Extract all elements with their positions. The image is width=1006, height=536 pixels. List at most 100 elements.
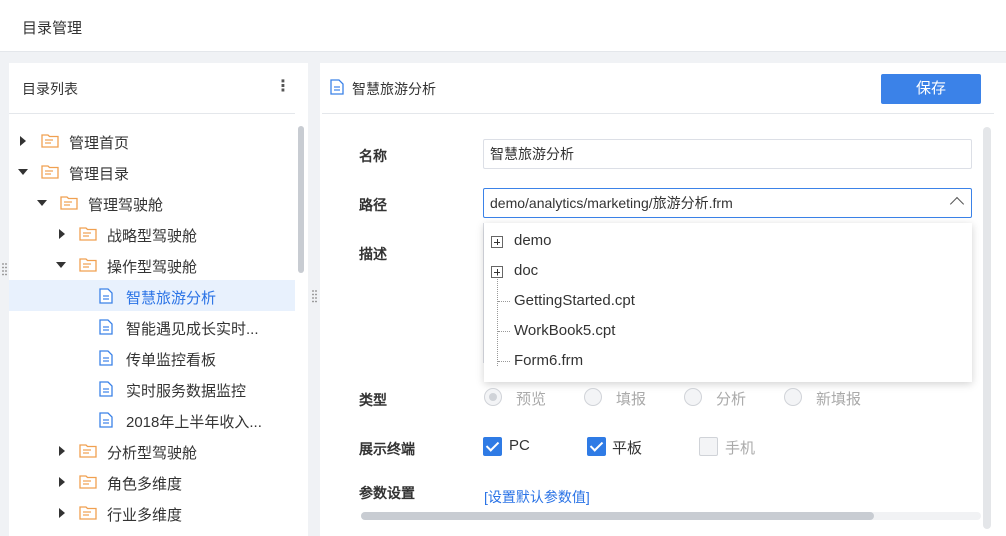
horizontal-scrollbar[interactable] <box>361 512 874 520</box>
tree-item-label: 角色多维度 <box>107 476 183 493</box>
folder-icon <box>79 258 97 272</box>
name-input[interactable]: 智慧旅游分析 <box>483 139 972 169</box>
tree-guide-line <box>498 361 510 362</box>
set-default-params-link[interactable]: [设置默认参数值] <box>484 487 590 507</box>
tree-item-role-dimension[interactable]: 角色多维度 <box>9 466 295 497</box>
tree-item-label: 管理首页 <box>69 135 130 152</box>
path-select[interactable]: demo/analytics/marketing/旅游分析.frm <box>483 188 972 218</box>
folder-icon <box>41 134 59 148</box>
pc-checkbox[interactable] <box>483 437 502 456</box>
type-option-label: 填报 <box>616 391 647 408</box>
save-button[interactable]: 保存 <box>881 74 981 104</box>
tree-item-label: 智能遇见成长实时... <box>126 321 259 338</box>
folder-icon <box>79 444 97 458</box>
param-label: 参数设置 <box>359 485 415 501</box>
tree-item-smart-tourism[interactable]: 智慧旅游分析 <box>9 280 295 311</box>
document-icon <box>99 381 113 397</box>
folder-icon <box>79 506 97 520</box>
tree-item-realtime-service[interactable]: 实时服务数据监控 <box>9 373 295 404</box>
tree-item-industry-dimension[interactable]: 行业多维度 <box>9 497 295 528</box>
chevron-up-icon[interactable] <box>949 196 965 212</box>
tree-item-label: 管理驾驶舱 <box>88 197 164 214</box>
type-radio-preview[interactable] <box>484 388 502 406</box>
path-option-label: demo <box>514 232 552 249</box>
expand-arrow-icon[interactable] <box>59 508 65 518</box>
type-option-label: 分析 <box>716 391 747 408</box>
divider <box>9 113 295 114</box>
terminal-option-label: 平板 <box>612 440 643 457</box>
document-icon <box>99 288 113 304</box>
path-option-doc[interactable]: doc <box>484 256 972 286</box>
path-option-label: doc <box>514 262 539 279</box>
directory-panel: 目录列表 ⋮ 管理首页 管理目录 管理驾驶舱 战略型驾驶舱 操作型驾驶舱 智慧旅… <box>9 63 308 536</box>
type-label: 类型 <box>359 392 387 408</box>
tree-item-strategic-cockpit[interactable]: 战略型驾驶舱 <box>9 218 295 249</box>
resize-grip-icon[interactable] <box>312 289 317 303</box>
folder-icon <box>79 475 97 489</box>
tree-item-management-directory[interactable]: 管理目录 <box>9 156 295 187</box>
tree-item-smart-growth[interactable]: 智能遇见成长实时... <box>9 311 295 342</box>
tree-item-management-home[interactable]: 管理首页 <box>9 125 295 156</box>
tree-item-label: 管理目录 <box>69 166 130 183</box>
path-option-form6[interactable]: Form6.frm <box>484 346 972 376</box>
expand-arrow-icon[interactable] <box>20 136 26 146</box>
path-option-demo[interactable]: demo <box>484 226 972 256</box>
tree-item-label: 智慧旅游分析 <box>126 290 217 307</box>
tree-item-operational-cockpit[interactable]: 操作型驾驶舱 <box>9 249 295 280</box>
path-option-label: Form6.frm <box>514 352 584 369</box>
path-option-workbook5[interactable]: WorkBook5.cpt <box>484 316 972 346</box>
type-radio-analysis[interactable] <box>684 388 702 406</box>
tablet-checkbox[interactable] <box>587 437 606 456</box>
collapse-arrow-icon[interactable] <box>18 169 28 175</box>
document-icon <box>99 412 113 428</box>
page-title: 目录管理 <box>22 20 83 37</box>
path-label: 路径 <box>359 197 387 213</box>
tree-item-label: 分析型驾驶舱 <box>107 445 198 462</box>
path-option-gettingstarted[interactable]: GettingStarted.cpt <box>484 286 972 316</box>
tree-item-flyer-monitor[interactable]: 传单监控看板 <box>9 342 295 373</box>
type-radio-fill[interactable] <box>584 388 602 406</box>
tree-item-label: 行业多维度 <box>107 507 183 524</box>
type-option-label: 预览 <box>516 391 547 408</box>
collapse-arrow-icon[interactable] <box>37 200 47 206</box>
expand-arrow-icon[interactable] <box>59 477 65 487</box>
tree-item-2018-income[interactable]: 2018年上半年收入... <box>9 404 295 435</box>
more-options-icon[interactable]: ⋮ <box>275 77 291 97</box>
tree-item-label: 实时服务数据监控 <box>126 383 247 400</box>
terminal-option-label: 手机 <box>725 440 756 457</box>
directory-panel-header: 目录列表 ⋮ <box>9 63 308 113</box>
tree-item-label: 战略型驾驶舱 <box>107 228 198 245</box>
path-dropdown: demo doc GettingStarted.cpt WorkBook5.cp… <box>484 223 972 382</box>
tree-item-label: 2018年上半年收入... <box>126 414 262 431</box>
collapse-arrow-icon[interactable] <box>56 262 66 268</box>
document-icon <box>99 350 113 366</box>
tree-guide-line <box>498 301 510 302</box>
expand-plus-icon[interactable] <box>491 266 503 278</box>
description-label: 描述 <box>359 246 387 262</box>
document-icon <box>99 319 113 335</box>
directory-tree: 管理首页 管理目录 管理驾驶舱 战略型驾驶舱 操作型驾驶舱 智慧旅游分析 智能遇… <box>9 125 295 536</box>
folder-icon <box>60 196 78 210</box>
resize-grip-icon[interactable] <box>2 262 7 276</box>
tree-item-management-cockpit[interactable]: 管理驾驶舱 <box>9 187 295 218</box>
name-label: 名称 <box>359 148 387 164</box>
expand-arrow-icon[interactable] <box>59 229 65 239</box>
tree-item-label: 操作型驾驶舱 <box>107 259 198 276</box>
expand-arrow-icon[interactable] <box>59 446 65 456</box>
expand-plus-icon[interactable] <box>491 236 503 248</box>
phone-checkbox[interactable] <box>699 437 718 456</box>
terminal-label: 展示终端 <box>359 441 415 457</box>
detail-panel: 智慧旅游分析 保存 名称 智慧旅游分析 路径 demo/analytics/ma… <box>320 63 1006 536</box>
terminal-option-label: PC <box>509 437 530 454</box>
path-value: demo/analytics/marketing/旅游分析.frm <box>490 195 733 211</box>
type-radio-new-fill[interactable] <box>784 388 802 406</box>
directory-list-title: 目录列表 <box>22 81 78 97</box>
folder-icon <box>41 165 59 179</box>
tree-item-label: 传单监控看板 <box>126 352 217 369</box>
top-bar: 目录管理 <box>0 0 1006 52</box>
vertical-scrollbar[interactable] <box>983 127 991 529</box>
tree-item-analytic-cockpit[interactable]: 分析型驾驶舱 <box>9 435 295 466</box>
tree-scrollbar[interactable] <box>298 126 304 273</box>
tree-guide-line <box>498 331 510 332</box>
path-option-label: WorkBook5.cpt <box>514 322 616 339</box>
